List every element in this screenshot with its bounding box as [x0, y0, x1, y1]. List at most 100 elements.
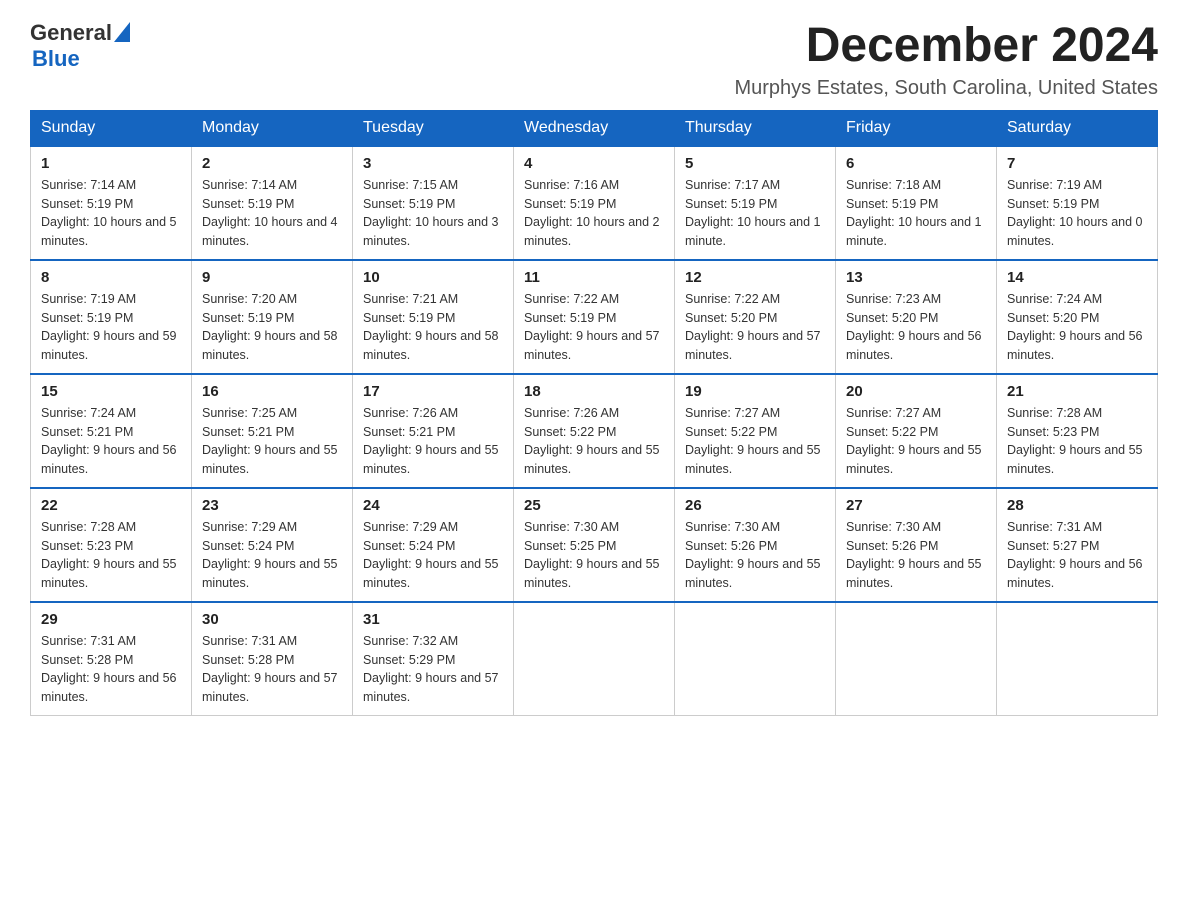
- calendar-cell: 18 Sunrise: 7:26 AMSunset: 5:22 PMDayligh…: [514, 374, 675, 488]
- calendar-cell: 10Sunrise: 7:21 AMSunset: 5:19 PMDayligh…: [353, 260, 514, 374]
- day-number: 27: [846, 497, 986, 514]
- calendar-week-row: 1 Sunrise: 7:14 AMSunset: 5:19 PMDaylight…: [31, 146, 1158, 260]
- calendar-cell: 14 Sunrise: 7:24 AMSunset: 5:20 PMDayligh…: [997, 260, 1158, 374]
- calendar-cell: [997, 602, 1158, 716]
- calendar-cell: 13 Sunrise: 7:23 AMSunset: 5:20 PMDayligh…: [836, 260, 997, 374]
- logo-general-text: General: [30, 20, 112, 46]
- day-number: 24: [363, 497, 503, 514]
- calendar-cell: 24 Sunrise: 7:29 AMSunset: 5:24 PMDayligh…: [353, 488, 514, 602]
- day-info: Sunrise: 7:18 AMSunset: 5:19 PMDaylight:…: [846, 176, 986, 251]
- day-number: 21: [1007, 383, 1147, 400]
- calendar-cell: 7 Sunrise: 7:19 AMSunset: 5:19 PMDaylight…: [997, 146, 1158, 260]
- day-number: 8: [41, 269, 181, 286]
- calendar-header-thursday: Thursday: [675, 110, 836, 146]
- day-info: Sunrise: 7:15 AMSunset: 5:19 PMDaylight:…: [363, 176, 503, 251]
- day-number: 15: [41, 383, 181, 400]
- calendar-cell: 21 Sunrise: 7:28 AMSunset: 5:23 PMDayligh…: [997, 374, 1158, 488]
- day-info: Sunrise: 7:20 AMSunset: 5:19 PMDaylight:…: [202, 290, 342, 365]
- day-info: Sunrise: 7:22 AMSunset: 5:20 PMDaylight:…: [685, 290, 825, 365]
- day-info: Sunrise: 7:16 AMSunset: 5:19 PMDaylight:…: [524, 176, 664, 251]
- calendar-cell: 26 Sunrise: 7:30 AMSunset: 5:26 PMDayligh…: [675, 488, 836, 602]
- day-number: 2: [202, 155, 342, 172]
- title-section: December 2024 Murphys Estates, South Car…: [734, 20, 1158, 100]
- day-info: Sunrise: 7:28 AMSunset: 5:23 PMDaylight:…: [1007, 404, 1147, 479]
- calendar-cell: 28 Sunrise: 7:31 AMSunset: 5:27 PMDayligh…: [997, 488, 1158, 602]
- day-number: 9: [202, 269, 342, 286]
- day-info: Sunrise: 7:22 AMSunset: 5:19 PMDaylight:…: [524, 290, 664, 365]
- logo: General Blue: [30, 20, 130, 72]
- page-header: General Blue December 2024 Murphys Estat…: [30, 20, 1158, 100]
- calendar-cell: 6 Sunrise: 7:18 AMSunset: 5:19 PMDaylight…: [836, 146, 997, 260]
- day-number: 22: [41, 497, 181, 514]
- day-number: 18: [524, 383, 664, 400]
- day-number: 28: [1007, 497, 1147, 514]
- calendar-cell: 19 Sunrise: 7:27 AMSunset: 5:22 PMDayligh…: [675, 374, 836, 488]
- calendar-cell: 25 Sunrise: 7:30 AMSunset: 5:25 PMDayligh…: [514, 488, 675, 602]
- location-title: Murphys Estates, South Carolina, United …: [734, 77, 1158, 100]
- day-number: 13: [846, 269, 986, 286]
- day-number: 6: [846, 155, 986, 172]
- calendar-cell: 31 Sunrise: 7:32 AMSunset: 5:29 PMDayligh…: [353, 602, 514, 716]
- calendar-cell: 9 Sunrise: 7:20 AMSunset: 5:19 PMDaylight…: [192, 260, 353, 374]
- day-number: 3: [363, 155, 503, 172]
- day-info: Sunrise: 7:29 AMSunset: 5:24 PMDaylight:…: [202, 518, 342, 593]
- day-number: 7: [1007, 155, 1147, 172]
- calendar-cell: 15 Sunrise: 7:24 AMSunset: 5:21 PMDayligh…: [31, 374, 192, 488]
- day-info: Sunrise: 7:30 AMSunset: 5:26 PMDaylight:…: [846, 518, 986, 593]
- calendar-cell: 4 Sunrise: 7:16 AMSunset: 5:19 PMDaylight…: [514, 146, 675, 260]
- day-number: 29: [41, 611, 181, 628]
- day-info: Sunrise: 7:26 AMSunset: 5:22 PMDaylight:…: [524, 404, 664, 479]
- logo-blue-text: Blue: [32, 46, 80, 72]
- day-number: 20: [846, 383, 986, 400]
- day-info: Sunrise: 7:23 AMSunset: 5:20 PMDaylight:…: [846, 290, 986, 365]
- day-info: Sunrise: 7:30 AMSunset: 5:25 PMDaylight:…: [524, 518, 664, 593]
- day-info: Sunrise: 7:24 AMSunset: 5:20 PMDaylight:…: [1007, 290, 1147, 365]
- calendar-cell: 1 Sunrise: 7:14 AMSunset: 5:19 PMDaylight…: [31, 146, 192, 260]
- day-number: 1: [41, 155, 181, 172]
- calendar-cell: 11 Sunrise: 7:22 AMSunset: 5:19 PMDayligh…: [514, 260, 675, 374]
- month-title: December 2024: [734, 20, 1158, 73]
- day-number: 17: [363, 383, 503, 400]
- calendar-header-tuesday: Tuesday: [353, 110, 514, 146]
- day-info: Sunrise: 7:14 AMSunset: 5:19 PMDaylight:…: [202, 176, 342, 251]
- day-number: 14: [1007, 269, 1147, 286]
- day-info: Sunrise: 7:27 AMSunset: 5:22 PMDaylight:…: [846, 404, 986, 479]
- calendar-cell: 12Sunrise: 7:22 AMSunset: 5:20 PMDayligh…: [675, 260, 836, 374]
- calendar-cell: 5 Sunrise: 7:17 AMSunset: 5:19 PMDaylight…: [675, 146, 836, 260]
- calendar-cell: [836, 602, 997, 716]
- day-info: Sunrise: 7:19 AMSunset: 5:19 PMDaylight:…: [1007, 176, 1147, 251]
- calendar-cell: 22 Sunrise: 7:28 AMSunset: 5:23 PMDayligh…: [31, 488, 192, 602]
- day-number: 25: [524, 497, 664, 514]
- calendar-header-wednesday: Wednesday: [514, 110, 675, 146]
- calendar-cell: 2 Sunrise: 7:14 AMSunset: 5:19 PMDaylight…: [192, 146, 353, 260]
- day-info: Sunrise: 7:32 AMSunset: 5:29 PMDaylight:…: [363, 632, 503, 707]
- day-info: Sunrise: 7:17 AMSunset: 5:19 PMDaylight:…: [685, 176, 825, 251]
- day-number: 5: [685, 155, 825, 172]
- calendar-header-row: SundayMondayTuesdayWednesdayThursdayFrid…: [31, 110, 1158, 146]
- day-info: Sunrise: 7:29 AMSunset: 5:24 PMDaylight:…: [363, 518, 503, 593]
- day-number: 19: [685, 383, 825, 400]
- day-info: Sunrise: 7:24 AMSunset: 5:21 PMDaylight:…: [41, 404, 181, 479]
- day-number: 11: [524, 269, 664, 286]
- day-number: 26: [685, 497, 825, 514]
- logo-triangle-icon: [114, 22, 130, 42]
- calendar-cell: 3 Sunrise: 7:15 AMSunset: 5:19 PMDaylight…: [353, 146, 514, 260]
- day-info: Sunrise: 7:21 AMSunset: 5:19 PMDaylight:…: [363, 290, 503, 365]
- calendar-cell: 20 Sunrise: 7:27 AMSunset: 5:22 PMDayligh…: [836, 374, 997, 488]
- day-info: Sunrise: 7:31 AMSunset: 5:27 PMDaylight:…: [1007, 518, 1147, 593]
- calendar-cell: 30Sunrise: 7:31 AMSunset: 5:28 PMDayligh…: [192, 602, 353, 716]
- day-info: Sunrise: 7:14 AMSunset: 5:19 PMDaylight:…: [41, 176, 181, 251]
- day-number: 16: [202, 383, 342, 400]
- calendar-week-row: 8Sunrise: 7:19 AMSunset: 5:19 PMDaylight…: [31, 260, 1158, 374]
- day-info: Sunrise: 7:27 AMSunset: 5:22 PMDaylight:…: [685, 404, 825, 479]
- calendar-cell: 16Sunrise: 7:25 AMSunset: 5:21 PMDayligh…: [192, 374, 353, 488]
- day-info: Sunrise: 7:30 AMSunset: 5:26 PMDaylight:…: [685, 518, 825, 593]
- day-number: 4: [524, 155, 664, 172]
- calendar-header-saturday: Saturday: [997, 110, 1158, 146]
- calendar-header-monday: Monday: [192, 110, 353, 146]
- calendar-cell: [514, 602, 675, 716]
- day-info: Sunrise: 7:28 AMSunset: 5:23 PMDaylight:…: [41, 518, 181, 593]
- calendar-header-friday: Friday: [836, 110, 997, 146]
- calendar-cell: 27 Sunrise: 7:30 AMSunset: 5:26 PMDayligh…: [836, 488, 997, 602]
- day-number: 31: [363, 611, 503, 628]
